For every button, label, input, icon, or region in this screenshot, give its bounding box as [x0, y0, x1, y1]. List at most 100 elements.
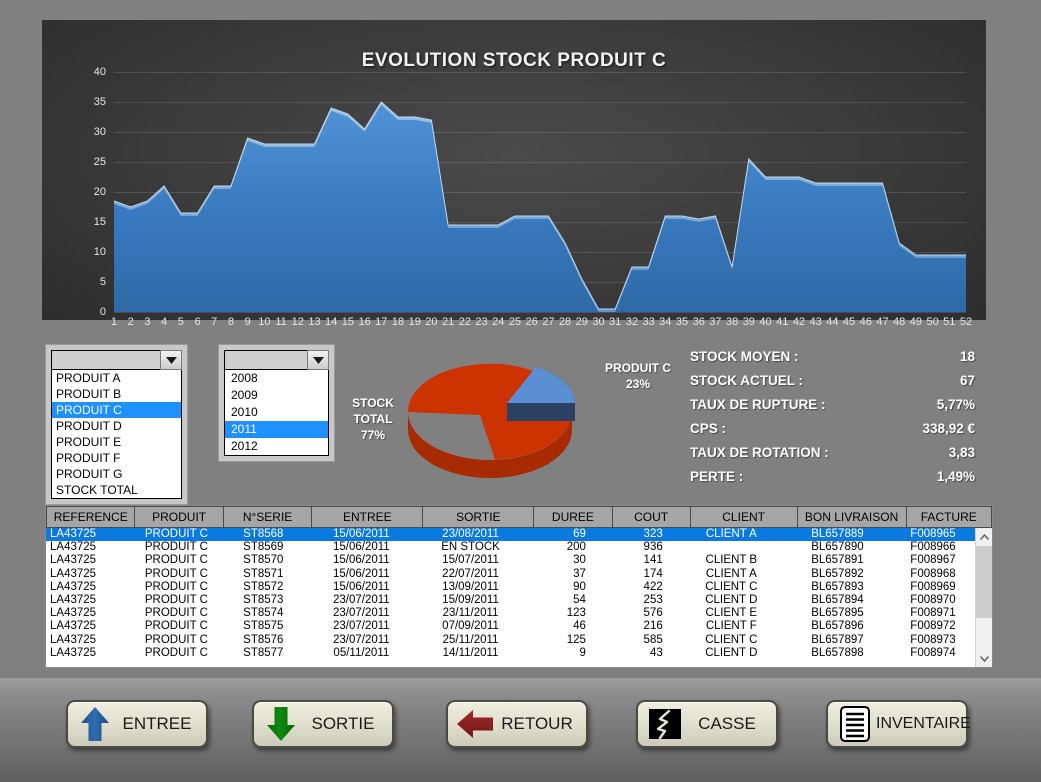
table-cell: ST8576 [243, 633, 284, 646]
dropdown-option[interactable]: PRODUIT G [52, 466, 181, 482]
chart-x-tick-label: 9 [244, 316, 251, 328]
table-cell: 23/08/2011 [415, 528, 526, 542]
dropdown-option[interactable]: 2011 [225, 421, 328, 438]
chart-y-tick-label: 20 [93, 186, 106, 198]
table-column-header[interactable]: N°SERIE [222, 506, 313, 528]
entree-button[interactable]: ENTREE [66, 700, 208, 748]
table-cell: LA43725 [50, 633, 97, 646]
stat-value: 1,49% [936, 469, 975, 484]
chart-x-tick-label: 35 [675, 316, 689, 328]
chart-plot-area: 0 5 10 15 20 25 30 35 40 [94, 66, 966, 318]
produit-dropdown-head[interactable] [51, 350, 182, 370]
stat-value: 18 [959, 349, 975, 364]
stat-row: STOCK MOYEN : 18 [690, 345, 975, 369]
table-row[interactable]: LA43725 PRODUIT C ST8576 23/07/2011 25/11/20… [46, 634, 975, 647]
table-column-header[interactable]: COUT [611, 506, 691, 528]
dropdown-option[interactable]: PRODUIT E [52, 434, 181, 450]
table-cell: 90 [573, 580, 586, 593]
table-cell: CLIENT A [705, 567, 757, 580]
produit-option-list[interactable]: PRODUIT A PRODUIT B PRODUIT C PRODUIT D PROD… [51, 370, 182, 499]
chart-y-tick-label: 35 [93, 96, 106, 108]
chart-x-tick-label: 26 [525, 316, 538, 328]
annee-dropdown-head[interactable] [224, 350, 329, 370]
table-column-header[interactable]: FACTURE [905, 506, 993, 528]
table-row[interactable]: LA43725 PRODUIT C ST8571 15/06/2011 22/07/20… [46, 568, 975, 581]
chart-x-tick-label: 18 [391, 316, 405, 328]
annee-dropdown-input[interactable] [224, 350, 307, 370]
table-cell: 46 [573, 620, 586, 633]
dropdown-option[interactable]: PRODUIT D [52, 418, 181, 434]
dropdown-option[interactable]: 2009 [225, 387, 328, 404]
scroll-down-icon[interactable] [976, 650, 992, 667]
retour-button[interactable]: RETOUR [446, 700, 588, 748]
produit-dropdown-input[interactable] [51, 350, 160, 370]
inventaire-button[interactable]: INVENTAIRE [826, 700, 971, 748]
table-column-header[interactable]: REFERENCE [45, 506, 136, 528]
chart-area-series [114, 101, 966, 312]
annee-option-list[interactable]: 2008 2009 2010 2011 2012 [224, 370, 329, 456]
table-column-header[interactable]: SORTIE [422, 506, 535, 528]
table-cell: 253 [643, 594, 663, 607]
table-cell: PRODUIT C [144, 594, 208, 607]
table-cell: 23/07/2011 [333, 633, 390, 646]
sortie-button[interactable]: SORTIE [252, 700, 394, 748]
table-row[interactable]: LA43725 PRODUIT C ST8572 15/06/2011 13/09/20… [46, 581, 975, 594]
dropdown-option[interactable]: PRODUIT C [52, 402, 181, 418]
table-row[interactable]: LA43725 PRODUIT C ST8573 23/07/2011 15/09/20… [46, 594, 975, 607]
dropdown-option[interactable]: PRODUIT A [52, 370, 181, 386]
dropdown-option[interactable]: 2008 [225, 370, 328, 387]
table-cell: ST8569 [243, 541, 284, 554]
casse-button[interactable]: CASSE [636, 700, 778, 748]
dropdown-option[interactable]: 2010 [225, 404, 328, 421]
dropdown-option[interactable]: 2012 [225, 438, 328, 455]
table-cell: ST8575 [243, 620, 284, 633]
dropdown-option[interactable]: PRODUIT B [52, 386, 181, 402]
table-column-header[interactable]: PRODUIT [134, 506, 224, 528]
chart-x-tick-label: 30 [592, 316, 605, 328]
table-cell: BL657893 [811, 580, 864, 593]
table-row[interactable]: LA43725 PRODUIT C ST8574 23/07/2011 23/11/20… [46, 607, 975, 620]
table-row[interactable]: LA43725 PRODUIT C ST8577 05/11/2011 14/11/20… [46, 647, 975, 660]
chart-x-tick-label: 27 [542, 316, 555, 328]
chart-x-tick-label: 45 [842, 316, 856, 328]
table-column-header[interactable]: BON LIVRAISON [796, 506, 907, 528]
table-vertical-scrollbar[interactable] [975, 528, 992, 667]
table-row[interactable]: LA43725 PRODUIT C ST8575 23/07/2011 07/09/20… [46, 620, 975, 633]
table-row[interactable]: LA43725 PRODUIT C ST8568 15/06/2011 23/08/20… [46, 528, 975, 542]
action-button-bar: ENTREE SORTIE RETOUR CASSE INVENTAIRE [0, 678, 1041, 782]
table-cell: 05/11/2011 [333, 646, 390, 659]
table-rows-area[interactable]: LA43725 PRODUIT C ST8568 15/06/2011 23/08/20… [46, 528, 975, 667]
table-cell: CLIENT C [705, 633, 758, 646]
stat-label: TAUX DE RUPTURE : [690, 397, 826, 412]
table-cell: BL657894 [811, 594, 864, 607]
table-body-wrapper: LA43725 PRODUIT C ST8568 15/06/2011 23/08/20… [46, 528, 992, 667]
produit-dropdown[interactable]: PRODUIT A PRODUIT B PRODUIT C PRODUIT D PROD… [45, 344, 188, 505]
chart-x-tick-label: 51 [943, 316, 956, 328]
chart-title: EVOLUTION STOCK PRODUIT C [361, 50, 667, 71]
dropdown-option[interactable]: PRODUIT F [52, 450, 181, 466]
table-cell: LA43725 [50, 594, 97, 607]
chevron-down-icon[interactable] [160, 350, 182, 370]
table-cell: BL657889 [783, 528, 891, 542]
table-cell: 216 [643, 620, 663, 633]
table-column-header[interactable]: ENTREE [311, 506, 424, 528]
table-column-header[interactable]: CLIENT [689, 506, 798, 528]
scroll-up-icon[interactable] [976, 528, 992, 545]
scrollbar-thumb[interactable] [976, 546, 992, 618]
table-cell: BL657892 [811, 567, 864, 580]
chart-x-tick-label: 38 [725, 316, 739, 328]
table-row[interactable]: LA43725 PRODUIT C ST8569 15/06/2011 EN STOCK… [46, 541, 975, 554]
chart-y-tick-label: 30 [93, 126, 106, 138]
chevron-down-icon[interactable] [307, 350, 329, 370]
table-body[interactable]: LA43725 PRODUIT C ST8568 15/06/2011 23/08/20… [46, 528, 975, 660]
chart-x-tick-label: 17 [375, 316, 388, 328]
chart-x-tick-label: 47 [876, 316, 889, 328]
table-column-header[interactable]: DUREE [533, 506, 613, 528]
table-row[interactable]: LA43725 PRODUIT C ST8570 15/06/2011 15/07/20… [46, 554, 975, 567]
arrow-down-icon [260, 704, 302, 744]
table-cell: BL657896 [811, 620, 864, 633]
chart-x-tick-label: 31 [609, 316, 622, 328]
dropdown-option[interactable]: STOCK TOTAL [52, 482, 181, 498]
annee-dropdown[interactable]: 2008 2009 2010 2011 2012 [218, 344, 335, 462]
table-cell: 123 [566, 607, 586, 620]
